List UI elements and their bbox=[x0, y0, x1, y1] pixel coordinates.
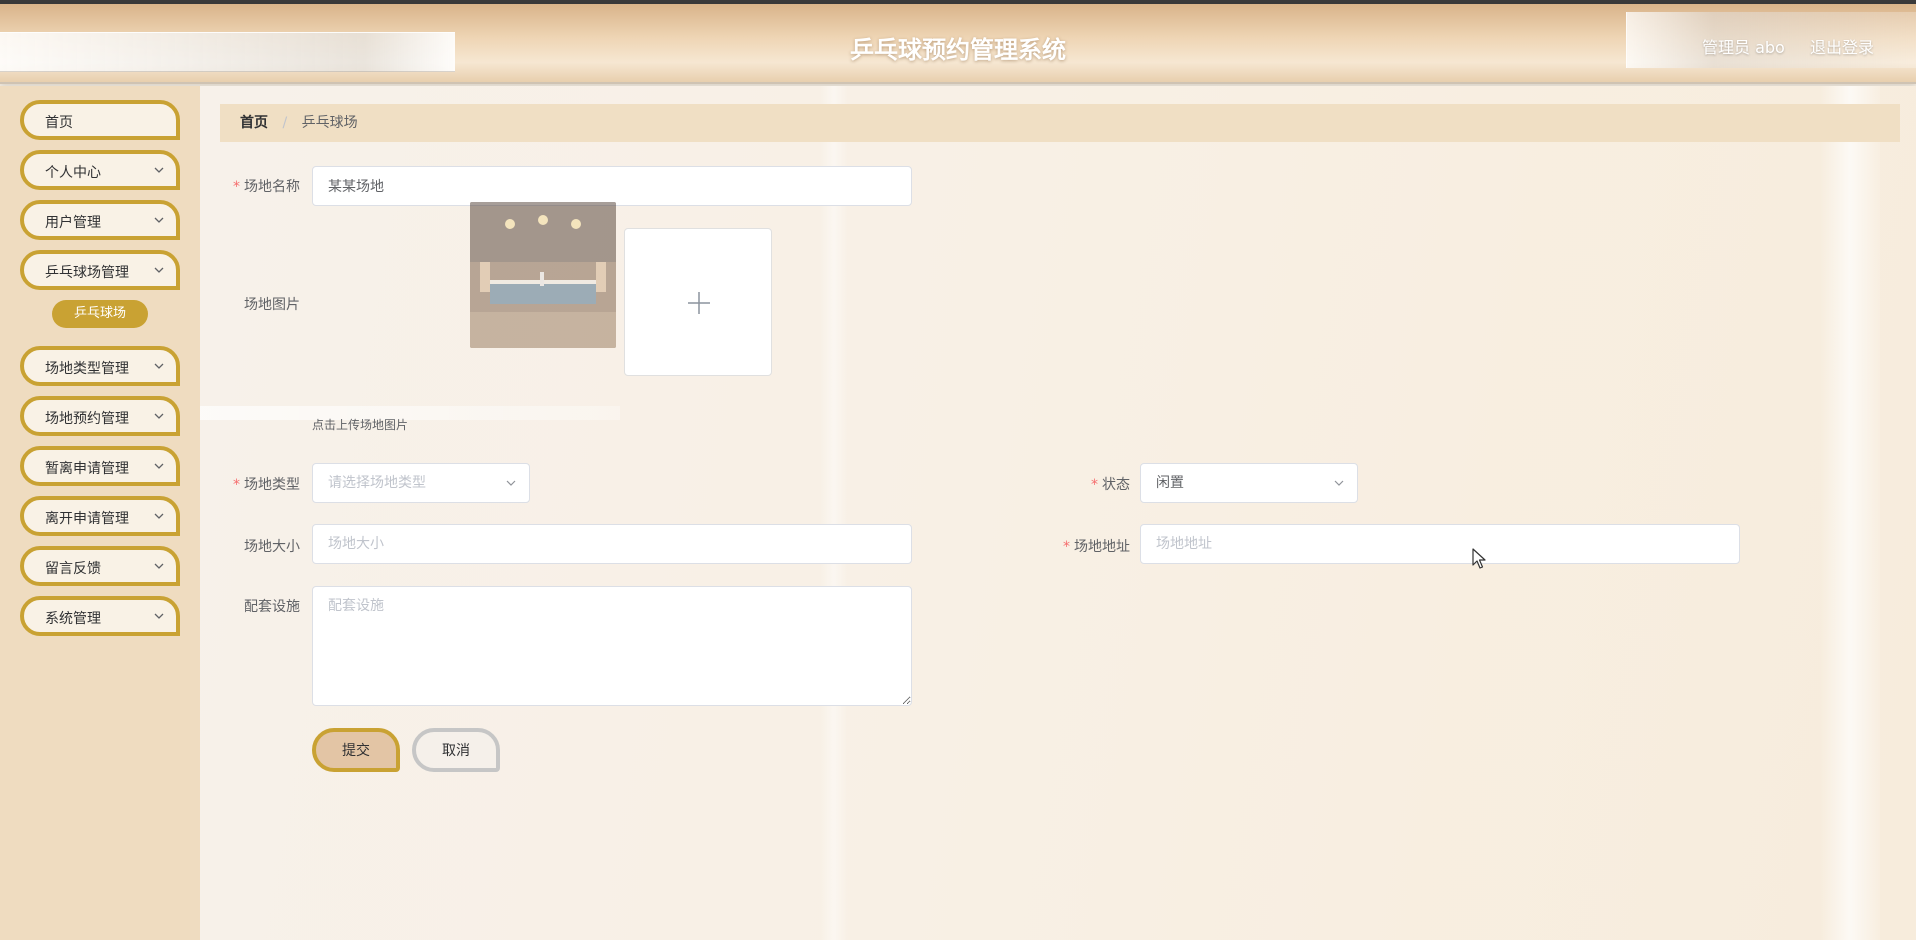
chevron-down-icon bbox=[154, 267, 164, 273]
background-decoration bbox=[1820, 86, 1880, 940]
court-photo-image bbox=[470, 202, 616, 348]
sidebar-item-label: 个人中心 bbox=[45, 165, 101, 181]
chevron-down-icon bbox=[506, 480, 516, 486]
chevron-down-icon bbox=[154, 563, 164, 569]
court-address-input[interactable] bbox=[1140, 524, 1740, 564]
sidebar-item-label: 系统管理 bbox=[45, 611, 101, 627]
status-label: * 状态 bbox=[1050, 474, 1130, 494]
image-upload-button[interactable] bbox=[624, 228, 772, 376]
court-type-placeholder: 请选择场地类型 bbox=[328, 475, 426, 491]
sidebar-item-label: 用户管理 bbox=[45, 215, 101, 231]
sidebar-item-court-type-management[interactable]: 场地类型管理 bbox=[20, 346, 180, 386]
sidebar-item-home[interactable]: 首页 bbox=[20, 100, 180, 140]
logout-link[interactable]: 退出登录 bbox=[1810, 34, 1874, 58]
chevron-down-icon bbox=[154, 167, 164, 173]
required-mark: * bbox=[1063, 539, 1070, 555]
sidebar: 首页 个人中心 用户管理 乒乓球场管理 乒乓球场 场地类型管理 场地预约管理 暂… bbox=[0, 86, 200, 940]
breadcrumb-current: 乒乓球场 bbox=[301, 115, 358, 131]
court-name-label: * 场地名称 bbox=[220, 176, 300, 196]
plus-icon bbox=[688, 292, 710, 314]
status-value: 闲置 bbox=[1156, 475, 1184, 491]
chevron-down-icon bbox=[1334, 480, 1344, 486]
required-mark: * bbox=[1091, 477, 1098, 493]
current-user: 管理员 abo bbox=[1702, 38, 1785, 57]
court-address-label-text: 场地地址 bbox=[1074, 539, 1130, 555]
status-select[interactable]: 闲置 bbox=[1140, 463, 1358, 503]
facilities-label: 配套设施 bbox=[244, 599, 300, 615]
sidebar-item-label: 暂离申请管理 bbox=[45, 461, 129, 477]
chevron-down-icon bbox=[154, 463, 164, 469]
sidebar-item-label: 场地预约管理 bbox=[45, 411, 129, 427]
required-mark: * bbox=[233, 179, 240, 195]
sidebar-subitem-court[interactable]: 乒乓球场 bbox=[52, 300, 148, 328]
breadcrumb-home[interactable]: 首页 bbox=[240, 115, 268, 131]
sidebar-item-reservation-management[interactable]: 场地预约管理 bbox=[20, 396, 180, 436]
court-type-select[interactable]: 请选择场地类型 bbox=[312, 463, 530, 503]
court-address-label: * 场地地址 bbox=[1050, 536, 1130, 556]
sidebar-item-feedback[interactable]: 留言反馈 bbox=[20, 546, 180, 586]
chevron-down-icon bbox=[154, 613, 164, 619]
chevron-down-icon bbox=[154, 413, 164, 419]
sidebar-item-label: 离开申请管理 bbox=[45, 511, 129, 527]
background-decoration bbox=[820, 86, 848, 940]
cancel-button[interactable]: 取消 bbox=[412, 728, 500, 772]
breadcrumb-separator: / bbox=[282, 115, 288, 131]
facilities-textarea[interactable] bbox=[312, 586, 912, 706]
sidebar-item-label: 场地类型管理 bbox=[45, 361, 129, 377]
sidebar-item-personal-center[interactable]: 个人中心 bbox=[20, 150, 180, 190]
court-name-label-text: 场地名称 bbox=[244, 179, 300, 195]
mouse-cursor-icon bbox=[1472, 548, 1486, 569]
main-content: 首页 / 乒乓球场 *场地名称 场地图片 点击上传场地图片 *场地类型 请选择 bbox=[200, 86, 1916, 940]
court-size-input[interactable] bbox=[312, 524, 912, 564]
chevron-down-icon bbox=[154, 217, 164, 223]
sidebar-item-temporary-leave-management[interactable]: 暂离申请管理 bbox=[20, 446, 180, 486]
submit-button[interactable]: 提交 bbox=[312, 728, 400, 772]
background-decoration bbox=[200, 406, 620, 420]
breadcrumb: 首页 / 乒乓球场 bbox=[220, 104, 1900, 142]
chevron-down-icon bbox=[154, 363, 164, 369]
chevron-down-icon bbox=[154, 513, 164, 519]
sidebar-item-system-management[interactable]: 系统管理 bbox=[20, 596, 180, 636]
sidebar-item-label: 留言反馈 bbox=[45, 561, 101, 577]
required-mark: * bbox=[233, 477, 240, 493]
court-image-thumbnail bbox=[470, 202, 616, 348]
court-image-label: 场地图片 bbox=[244, 297, 300, 313]
upload-tip: 点击上传场地图片 bbox=[312, 418, 409, 432]
app-header: 乒乓球预约管理系统 管理员 abo 退出登录 bbox=[0, 4, 1916, 84]
court-size-label: 场地大小 bbox=[244, 539, 300, 555]
sidebar-item-user-management[interactable]: 用户管理 bbox=[20, 200, 180, 240]
court-type-label-text: 场地类型 bbox=[244, 477, 300, 493]
court-type-label: * 场地类型 bbox=[220, 474, 300, 494]
sidebar-item-leave-management[interactable]: 离开申请管理 bbox=[20, 496, 180, 536]
court-name-input[interactable] bbox=[312, 166, 912, 206]
sidebar-item-label: 乒乓球场管理 bbox=[45, 265, 129, 281]
sidebar-item-label: 首页 bbox=[45, 115, 73, 131]
header-glass-decoration-left bbox=[0, 32, 455, 72]
status-label-text: 状态 bbox=[1102, 477, 1130, 493]
sidebar-item-court-management[interactable]: 乒乓球场管理 bbox=[20, 250, 180, 290]
